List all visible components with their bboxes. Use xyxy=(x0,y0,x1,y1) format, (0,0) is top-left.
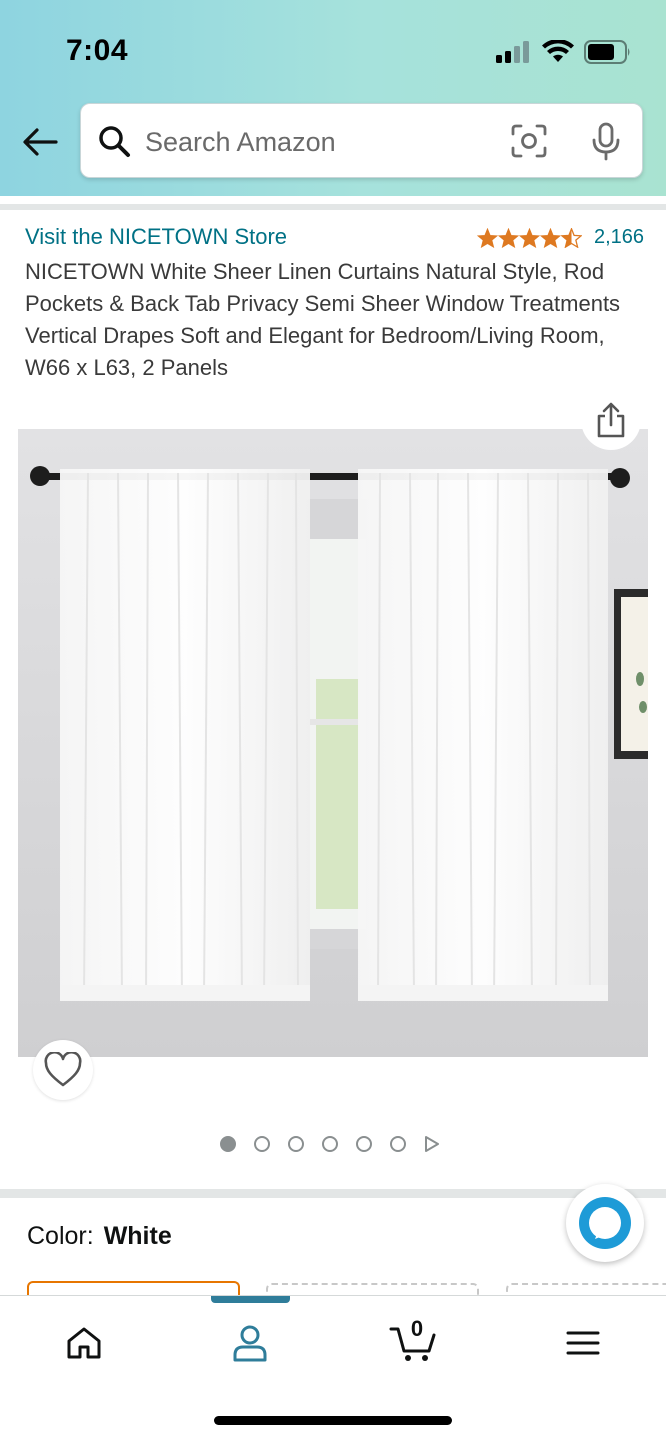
star-icon xyxy=(540,227,561,248)
carousel-dot[interactable] xyxy=(254,1136,270,1152)
carousel-dot[interactable] xyxy=(356,1136,372,1152)
star-icon xyxy=(519,227,540,248)
carousel-dot[interactable] xyxy=(390,1136,406,1152)
battery-icon xyxy=(584,40,630,64)
header-divider xyxy=(0,196,666,212)
menu-icon xyxy=(566,1331,600,1355)
section-divider xyxy=(0,1189,666,1198)
product-image[interactable] xyxy=(18,429,648,1057)
cart-count: 0 xyxy=(410,1316,424,1341)
store-link[interactable]: Visit the NICETOWN Store xyxy=(25,224,287,250)
signal-icon xyxy=(496,41,529,63)
back-arrow-icon xyxy=(23,128,58,156)
active-tab-indicator xyxy=(211,1296,290,1303)
nav-cart[interactable]: 0 xyxy=(385,1316,445,1368)
status-time: 7:04 xyxy=(66,34,129,67)
star-icon xyxy=(477,227,498,248)
product-rating[interactable]: 2,166 xyxy=(477,226,644,249)
alexa-icon xyxy=(579,1197,631,1249)
color-label: Color: xyxy=(27,1222,94,1250)
image-carousel-dots xyxy=(220,1135,440,1153)
product-title: NICETOWN White Sheer Linen Curtains Natu… xyxy=(25,259,621,380)
color-selection: Color: White xyxy=(27,1222,172,1251)
search-input[interactable] xyxy=(145,122,475,162)
wifi-icon xyxy=(542,40,574,62)
back-button[interactable] xyxy=(18,120,62,164)
status-icons xyxy=(496,40,632,64)
carousel-dot[interactable] xyxy=(220,1136,236,1152)
nav-menu[interactable] xyxy=(553,1318,613,1368)
carousel-dot[interactable] xyxy=(322,1136,338,1152)
star-icon xyxy=(498,227,519,248)
half-star-icon xyxy=(561,227,582,248)
microphone-icon[interactable] xyxy=(590,122,622,162)
rating-count[interactable]: 2,166 xyxy=(594,226,644,249)
camera-scan-icon[interactable] xyxy=(510,123,548,159)
search-icon xyxy=(99,126,130,157)
search-box[interactable] xyxy=(80,103,643,178)
wishlist-button[interactable] xyxy=(33,1040,93,1100)
star-rating xyxy=(477,227,582,248)
share-icon xyxy=(597,402,625,438)
account-icon xyxy=(233,1325,267,1362)
heart-icon xyxy=(44,1052,82,1087)
curtain-photo xyxy=(18,429,648,1057)
video-play-icon[interactable] xyxy=(424,1135,440,1153)
nav-account[interactable] xyxy=(220,1318,280,1368)
nav-home[interactable] xyxy=(54,1318,114,1368)
app-header: 7:04 xyxy=(0,0,666,196)
share-button[interactable] xyxy=(581,390,641,450)
home-icon xyxy=(67,1327,101,1359)
carousel-dot[interactable] xyxy=(288,1136,304,1152)
alexa-button[interactable] xyxy=(566,1184,644,1262)
home-indicator[interactable] xyxy=(214,1416,452,1425)
color-value: White xyxy=(103,1222,172,1250)
